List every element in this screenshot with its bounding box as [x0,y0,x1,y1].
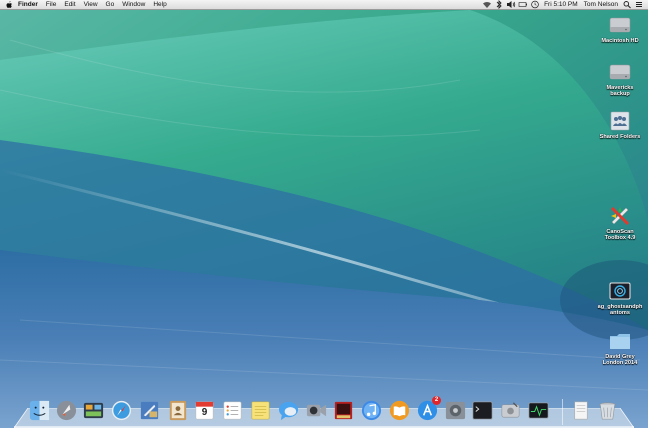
folder-icon [610,334,630,349]
dock-safari[interactable] [110,399,133,422]
menu-go[interactable]: Go [102,0,119,9]
contacts-icon [169,400,187,421]
status-area: Fri 5:10 PM Tom Nelson [481,0,648,9]
launchpad-icon [56,400,77,421]
dock-disk-utility[interactable] [499,399,522,422]
dock-photo-booth[interactable] [332,399,355,422]
facetime-icon [306,404,327,417]
mission-control-icon [83,402,104,419]
ibooks-icon [389,400,410,421]
app-store-update-badge: 2 [432,396,441,405]
photo-booth-icon [334,401,353,420]
dock-facetime[interactable] [305,399,328,422]
menu-view[interactable]: View [80,0,102,9]
menu-finder[interactable]: Finder [14,0,42,9]
finder-icon [29,400,50,421]
desktop-icon-david-grey-folder[interactable]: David Grey London 2014 [597,329,643,367]
desktop-wallpaper[interactable] [0,0,648,428]
dock-system-preferences[interactable] [444,399,467,422]
reminders-icon [223,401,242,420]
dock-reminders[interactable] [221,399,244,422]
dock-calendar[interactable]: 9 [193,399,216,422]
desktop-icon-ag-ghostsandphantoms[interactable]: ag_ghostsandph antoms [597,279,643,317]
messages-icon [278,401,299,421]
apple-menu-icon[interactable] [4,0,14,9]
canoscan-app-icon [610,206,630,226]
desktop-icon-shared-folders[interactable]: Shared Folders [597,109,643,140]
desktop-icon-label: CanoScan Toolbox 4.9 [604,229,636,242]
desktop-icon-mavericks-backup[interactable]: Mavericks backup [597,60,643,98]
trash-icon [599,402,616,420]
dock-app-store[interactable]: 2 [416,396,441,422]
mail-icon [140,401,159,420]
image-file-icon [609,282,631,300]
desktop-icon-canoscan-toolbox[interactable]: CanoScan Toolbox 4.9 [597,204,643,242]
terminal-icon [472,401,493,420]
shared-folder-icon [610,111,630,131]
desktop-icon-label: ag_ghostsandph antoms [597,304,643,317]
desktop-icon-macintosh-hd[interactable]: Macintosh HD [597,13,643,44]
menu-edit[interactable]: Edit [60,0,79,9]
hard-drive-icon [609,64,631,80]
dock-activity-monitor[interactable] [527,399,550,422]
desktop-icon-label: Mavericks backup [606,85,634,98]
dock-separator [562,399,563,425]
dock-finder[interactable] [28,399,51,422]
documents-stack-icon [574,401,588,420]
activity-monitor-icon [528,402,549,419]
desktop-icon-label: Macintosh HD [601,38,639,44]
menu-file[interactable]: File [42,0,60,9]
time-machine-icon[interactable] [529,0,541,9]
volume-icon[interactable] [505,0,517,9]
dock-itunes[interactable] [360,399,383,422]
dock-launchpad[interactable] [55,399,78,422]
dock-notes[interactable] [249,399,272,422]
dock-mission-control[interactable] [82,399,105,422]
dock-contacts[interactable] [166,399,189,422]
dock-mail[interactable] [138,399,161,422]
dock-trash[interactable] [596,399,619,422]
bluetooth-icon[interactable] [493,0,505,9]
menu-bar: Finder File Edit View Go Window Help Fri… [0,0,648,10]
disk-utility-icon [501,402,520,418]
dock-terminal[interactable] [471,399,494,422]
menu-window[interactable]: Window [118,0,149,9]
hard-drive-icon [609,17,631,33]
notes-icon [251,401,270,420]
desktop-icon-label: Shared Folders [599,134,641,140]
user-menu[interactable]: Tom Nelson [581,0,621,9]
clock[interactable]: Fri 5:10 PM [541,0,581,9]
system-preferences-icon [445,401,466,420]
safari-icon [111,400,132,421]
itunes-icon [361,400,382,421]
spotlight-search-icon[interactable] [621,0,633,9]
notification-center-icon[interactable] [633,0,645,9]
dock-ibooks[interactable] [388,399,411,422]
wifi-icon[interactable] [481,0,493,9]
menu-help[interactable]: Help [149,0,170,9]
desktop-icon-label: David Grey London 2014 [602,354,638,367]
calendar-day-text: 9 [201,407,208,418]
dock-documents-stack[interactable] [569,399,592,422]
dock-messages[interactable] [277,399,300,422]
battery-icon[interactable] [517,0,529,9]
